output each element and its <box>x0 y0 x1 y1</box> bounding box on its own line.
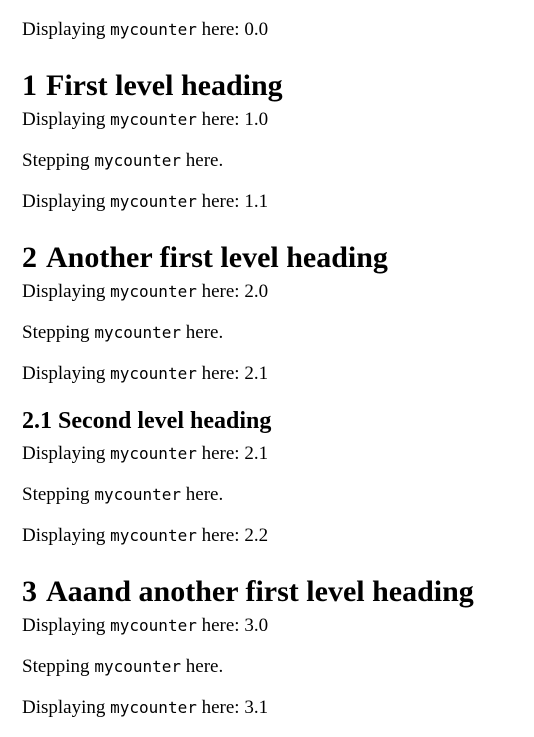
counter-display-line: Displaying mycounter here: 2.1 <box>22 362 268 386</box>
counter-value: 3.0 <box>244 615 269 636</box>
second-level-heading: 2.1 Second level heading <box>22 406 271 436</box>
counter-name-code: mycounter <box>110 698 197 717</box>
counter-step-line: Stepping mycounter here. <box>22 483 223 507</box>
display-suffix: here: <box>201 697 240 718</box>
display-prefix: Displaying <box>22 615 106 636</box>
counter-value: 0.0 <box>244 19 269 40</box>
heading-title: Aaand another first level heading <box>46 575 474 608</box>
counter-name-code: mycounter <box>110 192 197 211</box>
display-prefix: Displaying <box>22 109 106 130</box>
first-level-heading: 1 First level heading <box>22 68 283 104</box>
display-prefix: Displaying <box>22 363 106 384</box>
heading-number: 2 <box>22 241 37 274</box>
step-suffix: here. <box>185 656 224 677</box>
step-prefix: Stepping <box>22 656 90 677</box>
counter-display-line: Displaying mycounter here: 0.0 <box>22 18 268 42</box>
first-level-heading: 2 Another first level heading <box>22 240 388 276</box>
counter-display-line: Displaying mycounter here: 2.1 <box>22 442 268 466</box>
counter-value: 2.0 <box>244 281 269 302</box>
counter-step-line: Stepping mycounter here. <box>22 655 223 679</box>
display-prefix: Displaying <box>22 191 106 212</box>
counter-name-code: mycounter <box>110 616 197 635</box>
counter-value: 3.1 <box>244 697 269 718</box>
heading-title: First level heading <box>46 69 283 102</box>
display-suffix: here: <box>201 19 240 40</box>
counter-value: 2.1 <box>244 363 269 384</box>
heading-number: 3 <box>22 575 37 608</box>
counter-name-code: mycounter <box>110 364 197 383</box>
step-prefix: Stepping <box>22 150 90 171</box>
display-suffix: here: <box>201 525 240 546</box>
counter-value: 2.2 <box>244 525 269 546</box>
display-suffix: here: <box>201 281 240 302</box>
counter-display-line: Displaying mycounter here: 3.0 <box>22 614 268 638</box>
first-level-heading: 3 Aaand another first level heading <box>22 574 474 610</box>
counter-value: 1.1 <box>244 191 269 212</box>
counter-display-line: Displaying mycounter here: 1.1 <box>22 190 268 214</box>
display-suffix: here: <box>201 443 240 464</box>
counter-value: 2.1 <box>244 443 269 464</box>
display-suffix: here: <box>201 109 240 130</box>
display-prefix: Displaying <box>22 281 106 302</box>
display-suffix: here: <box>201 191 240 212</box>
counter-name-code: mycounter <box>110 526 197 545</box>
step-suffix: here. <box>185 322 224 343</box>
heading-number: 1 <box>22 69 37 102</box>
counter-step-line: Stepping mycounter here. <box>22 149 223 173</box>
display-prefix: Displaying <box>22 443 106 464</box>
step-prefix: Stepping <box>22 484 90 505</box>
counter-name-code: mycounter <box>110 444 197 463</box>
counter-name-code: mycounter <box>94 485 182 504</box>
counter-display-line: Displaying mycounter here: 1.0 <box>22 108 268 132</box>
counter-display-line: Displaying mycounter here: 2.0 <box>22 280 268 304</box>
display-prefix: Displaying <box>22 19 106 40</box>
step-prefix: Stepping <box>22 322 90 343</box>
counter-display-line: Displaying mycounter here: 3.1 <box>22 696 268 720</box>
counter-name-code: mycounter <box>110 282 197 301</box>
counter-name-code: mycounter <box>94 323 182 342</box>
heading-title: Another first level heading <box>46 241 388 274</box>
display-prefix: Displaying <box>22 525 106 546</box>
counter-name-code: mycounter <box>94 657 182 676</box>
counter-display-line: Displaying mycounter here: 2.2 <box>22 524 268 548</box>
display-prefix: Displaying <box>22 697 106 718</box>
heading-title: Second level heading <box>58 408 272 434</box>
step-suffix: here. <box>185 484 224 505</box>
counter-step-line: Stepping mycounter here. <box>22 321 223 345</box>
display-suffix: here: <box>201 363 240 384</box>
counter-name-code: mycounter <box>110 110 197 129</box>
heading-number: 2.1 <box>22 408 52 434</box>
counter-value: 1.0 <box>244 109 269 130</box>
counter-name-code: mycounter <box>110 20 197 39</box>
display-suffix: here: <box>201 615 240 636</box>
counter-name-code: mycounter <box>94 151 182 170</box>
step-suffix: here. <box>185 150 224 171</box>
